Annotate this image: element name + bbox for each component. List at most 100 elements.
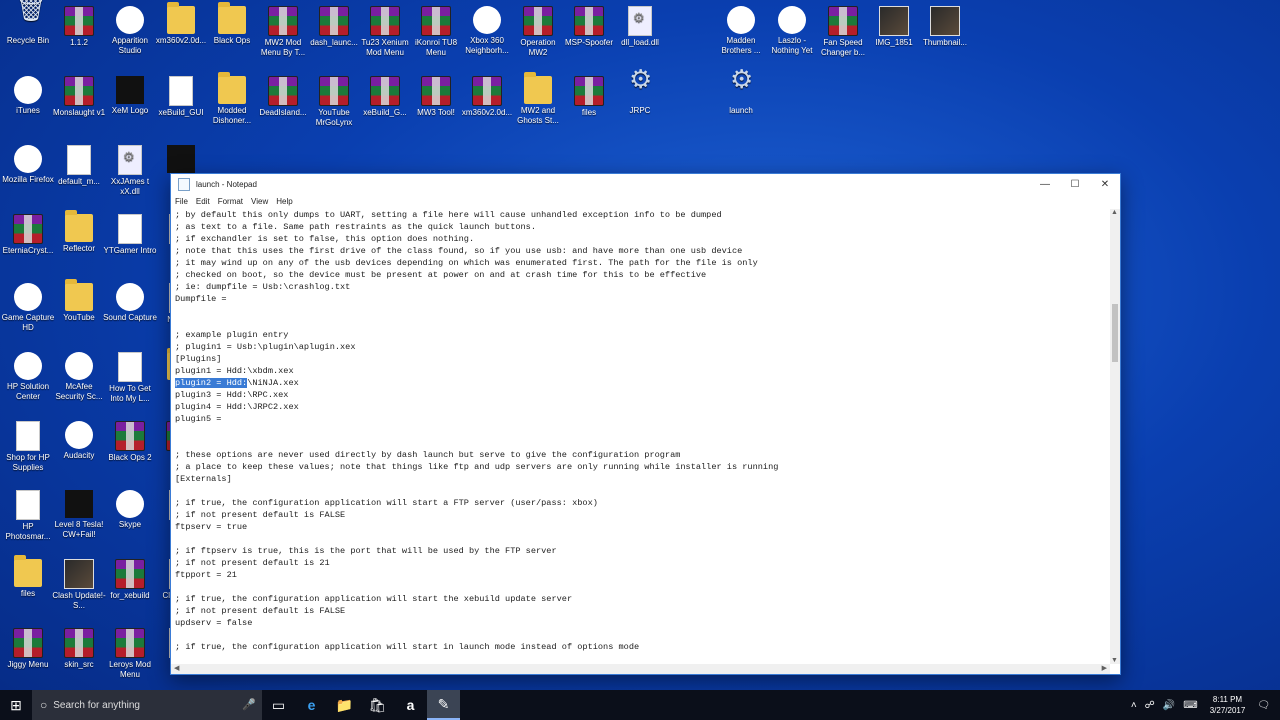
desktop-icon[interactable]: Black Ops 2 (102, 421, 158, 463)
desktop-icon[interactable]: iTunes (0, 76, 56, 116)
clock[interactable]: 8:11 PM 3/27/2017 (1210, 694, 1246, 716)
desktop-icon[interactable]: Game Capture HD (0, 283, 56, 333)
desktop-icon[interactable]: EterniaCryst... (0, 214, 56, 256)
desktop-icon[interactable]: Level 8 Tesla! CW+Fail! (51, 490, 107, 540)
desktop-icon[interactable]: xeBuild_GUI (153, 76, 209, 118)
desktop-icon[interactable]: dash_launc... (306, 6, 362, 48)
desktop-icon[interactable]: files (561, 76, 617, 118)
desktop-icon[interactable]: MW2 Mod Menu By T... (255, 6, 311, 58)
desktop-icon-label: HP Solution Center (6, 382, 50, 401)
desktop-icon[interactable]: xm360v2.0d... (153, 2, 209, 46)
desktop-icon[interactable]: MW2 and Ghosts St... (510, 72, 566, 126)
desktop-icon[interactable]: Skype (102, 490, 158, 530)
horizontal-scrollbar[interactable]: ◀ ▶ (171, 664, 1110, 674)
notepad-titlebar[interactable]: launch - Notepad — ☐ ✕ (171, 174, 1120, 194)
desktop-icon[interactable]: Apparition Studio (102, 6, 158, 56)
volume-icon[interactable]: 🔊 (1163, 700, 1175, 711)
desktop-icon[interactable]: Monslaught v1 (51, 76, 107, 118)
menu-format[interactable]: Format (218, 197, 243, 206)
desktop-icon[interactable]: Shop for HP Supplies (0, 421, 56, 473)
desktop-icon[interactable]: Thumbnail... (917, 6, 973, 48)
desktop-icon[interactable]: McAfee Security Sc... (51, 352, 107, 402)
desktop-icon[interactable]: skin_src (51, 628, 107, 670)
desktop-icon-label: HP Photosmar... (5, 522, 51, 541)
notepad-window[interactable]: launch - Notepad — ☐ ✕ File Edit Format … (170, 173, 1121, 675)
desktop-icon[interactable]: dll_load.dll (612, 6, 668, 48)
desktop-icon[interactable]: Jiggy Menu (0, 628, 56, 670)
desktop-icon[interactable]: How To Get Into My L... (102, 352, 158, 404)
network-icon[interactable]: ☍ (1145, 700, 1155, 711)
desktop-icon[interactable]: iKonroi TU8 Menu (408, 6, 464, 58)
desktop-icon[interactable]: files (0, 555, 56, 599)
desktop-icon[interactable]: IMG_1851 (866, 6, 922, 48)
desktop-icon[interactable]: YouTube (51, 279, 107, 323)
start-button[interactable]: ⊞ (0, 690, 32, 720)
store-icon[interactable]: 🛍 (361, 690, 394, 720)
desktop-icon[interactable]: for_xebuild (102, 559, 158, 601)
menu-file[interactable]: File (175, 197, 188, 206)
desktop-icon[interactable]: Reflector (51, 210, 107, 254)
desktop-icon[interactable]: Black Ops (204, 2, 260, 46)
text-line: ; plugin1 = Usb:\plugin\aplugin.xex (175, 342, 356, 352)
menu-edit[interactable]: Edit (196, 197, 210, 206)
file-icon (118, 352, 142, 382)
desktop-icon[interactable]: Operation MW2 (510, 6, 566, 58)
amazon-icon[interactable]: a (394, 690, 427, 720)
desktop-icon[interactable]: Mozilla Firefox (0, 145, 56, 185)
desktop-icon[interactable]: Leroys Mod Menu (102, 628, 158, 680)
round-icon (727, 6, 755, 34)
scroll-thumb[interactable] (1112, 304, 1118, 362)
desktop-icon[interactable]: xm360v2.0d... (459, 76, 515, 118)
text-editor-area[interactable]: ; by default this only dumps to UART, se… (171, 209, 1110, 664)
desktop-icon[interactable]: Recycle Bin (0, 5, 56, 46)
rar-icon (574, 76, 604, 106)
desktop-icon[interactable]: XeM Logo (102, 76, 158, 116)
desktop-icon[interactable]: Tu23 Xenium Mod Menu (357, 6, 413, 58)
desktop-icon[interactable]: Laszlo - Nothing Yet (764, 6, 820, 56)
desktop-icon[interactable]: default_m... (51, 145, 107, 187)
task-view-icon[interactable]: ▭ (262, 690, 295, 720)
scroll-down-icon[interactable]: ▼ (1111, 657, 1118, 664)
desktop-icon[interactable]: YTGamer Intro (102, 214, 158, 256)
desktop-icon[interactable]: YouTube MrGoLynx (306, 76, 362, 128)
file-explorer-icon[interactable]: 📁 (328, 690, 361, 720)
notification-icon[interactable]: 🗨 (1257, 700, 1270, 711)
desktop-icon[interactable]: Sound Capture (102, 283, 158, 323)
vertical-scrollbar[interactable]: ▲ ▼ (1110, 209, 1120, 664)
desktop-icon-label: XeM Logo (111, 106, 149, 115)
desktop-icon[interactable]: Modded Dishoner... (204, 72, 260, 126)
desktop-icon[interactable]: DeadIsland... (255, 76, 311, 118)
rar-icon (115, 421, 145, 451)
desktop-icon[interactable]: Xbox 360 Neighborh... (459, 6, 515, 56)
desktop-icon[interactable]: HP Solution Center (0, 352, 56, 402)
desktop-icon[interactable]: Madden Brothers ... (713, 6, 769, 56)
desktop-icon[interactable]: Fan Speed Changer b... (815, 6, 871, 58)
desktop-icon[interactable]: JRPC (612, 74, 668, 116)
desktop-icon[interactable]: xeBuild_G... (357, 76, 413, 118)
notepad-icon[interactable]: ✎ (427, 690, 460, 720)
desktop-icon[interactable]: MSP-Spoofer (561, 6, 617, 48)
microphone-icon[interactable]: 🎤 (242, 698, 256, 711)
desktop-icon-label: MW2 Mod Menu By T... (260, 38, 306, 57)
desktop-icon[interactable]: Audacity (51, 421, 107, 461)
selected-text[interactable]: plugin2 = Hdd: (175, 378, 248, 388)
edge-icon[interactable]: e (295, 690, 328, 720)
maximize-button[interactable]: ☐ (1060, 174, 1090, 194)
desktop-icon[interactable]: HP Photosmar... (0, 490, 56, 542)
keyboard-icon[interactable]: ⌨ (1183, 700, 1197, 711)
search-box[interactable]: ○ Search for anything 🎤 (32, 690, 262, 720)
scroll-right-icon[interactable]: ▶ (1102, 664, 1107, 672)
desktop-icon[interactable]: MW3 Tool! (408, 76, 464, 118)
desktop-icon[interactable]: launch (713, 74, 769, 116)
desktop-icon[interactable]: 1.1.2 (51, 6, 107, 48)
scroll-up-icon[interactable]: ▲ (1111, 209, 1118, 216)
close-button[interactable]: ✕ (1090, 174, 1120, 194)
menu-help[interactable]: Help (276, 197, 292, 206)
text-line: ; it may wind up on any of the usb devic… (175, 258, 758, 268)
tray-overflow-icon[interactable]: ˄ (1131, 700, 1137, 711)
minimize-button[interactable]: — (1030, 174, 1060, 194)
desktop-icon[interactable]: Clash Update!- S... (51, 559, 107, 611)
menu-view[interactable]: View (251, 197, 268, 206)
desktop-icon[interactable]: XxJAmes t xX.dll (102, 145, 158, 197)
scroll-left-icon[interactable]: ◀ (174, 664, 179, 672)
